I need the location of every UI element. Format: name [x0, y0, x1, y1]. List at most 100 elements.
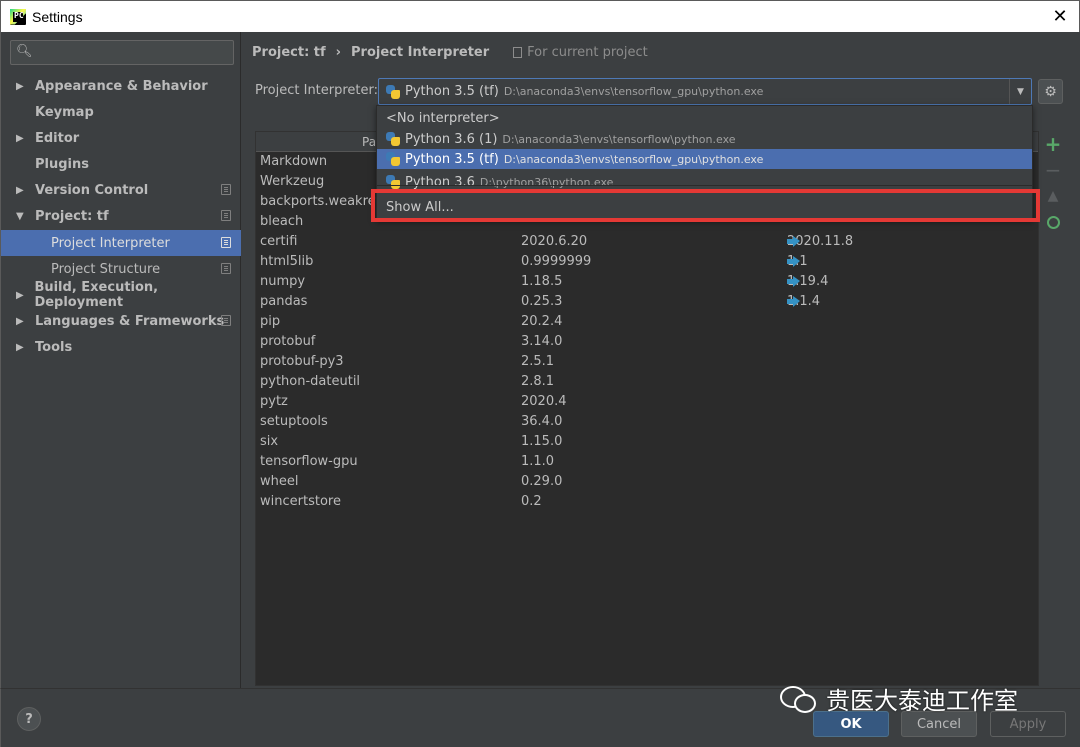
interpreter-label: Project Interpreter: — [255, 83, 379, 98]
option-path: D:\anaconda3\envs\tensorflow_gpu\python.… — [503, 152, 764, 166]
remove-package-button[interactable]: − — [1042, 157, 1064, 183]
search-input[interactable] — [39, 43, 229, 62]
package-version: 1.1.0 — [521, 454, 555, 469]
window-title: Settings — [32, 8, 83, 25]
collapse-arrow-icon[interactable]: ▼ — [16, 211, 28, 222]
table-row[interactable]: numpy 1.18.5 1.19.4 — [256, 272, 1038, 292]
table-row[interactable]: certifi 2020.6.20 2020.11.8 — [256, 232, 1038, 252]
table-row[interactable]: html5lib 0.9999999 1.1 — [256, 252, 1038, 272]
table-row[interactable]: protobuf 3.14.0 — [256, 332, 1038, 352]
chevron-down-icon[interactable]: ▼ — [1009, 79, 1031, 104]
option-name: Python 3.6 (1) — [405, 131, 498, 147]
pycharm-app-icon: PC — [10, 8, 26, 25]
package-name: Werkzeug — [260, 174, 325, 189]
table-row[interactable]: wheel 0.29.0 — [256, 472, 1038, 492]
package-version: 2020.6.20 — [521, 234, 588, 249]
expand-arrow-icon[interactable]: ▶ — [16, 290, 27, 301]
sidebar-item-keymap[interactable]: Keymap — [1, 99, 241, 125]
package-version: 2.5.1 — [521, 354, 555, 369]
expand-arrow-icon[interactable]: ▶ — [16, 185, 28, 196]
package-version: 36.4.0 — [521, 414, 563, 429]
package-version: 2020.4 — [521, 394, 567, 409]
upgrade-arrow-icon — [787, 296, 801, 307]
watermark: 贵医大泰迪工作室 — [780, 678, 1018, 718]
upgrade-package-button[interactable]: ▲ — [1042, 183, 1064, 209]
table-row[interactable]: python-dateutil 2.8.1 — [256, 372, 1038, 392]
sidebar-item-label: Appearance & Behavior — [35, 78, 208, 94]
sidebar-item-appearance[interactable]: ▶ Appearance & Behavior — [1, 73, 241, 99]
settings-search[interactable]: 🔍︎ — [10, 40, 234, 65]
table-row[interactable]: wincertstore 0.2 — [256, 492, 1038, 512]
package-name: numpy — [260, 274, 306, 289]
column-header-package[interactable]: Pa — [362, 135, 376, 149]
add-package-button[interactable]: + — [1042, 131, 1064, 157]
package-name: python-dateutil — [260, 374, 361, 389]
breadcrumb-separator: › — [335, 45, 342, 60]
expand-arrow-icon[interactable]: ▶ — [16, 133, 28, 144]
sidebar-item-label: Project Interpreter — [51, 235, 170, 251]
sidebar-item-editor[interactable]: ▶ Editor — [1, 125, 241, 151]
help-button[interactable]: ? — [17, 707, 41, 731]
upgrade-arrow-icon — [787, 236, 801, 247]
sidebar-item-version-control[interactable]: ▶ Version Control — [1, 177, 241, 203]
package-name: backports.weakref — [260, 194, 381, 209]
sidebar-item-label: Languages & Frameworks — [35, 313, 225, 329]
refresh-button[interactable] — [1042, 209, 1064, 235]
interpreter-select[interactable]: Python 3.5 (tf) D:\anaconda3\envs\tensor… — [378, 78, 1032, 105]
page-title: Project Interpreter — [351, 45, 490, 60]
sidebar-item-project-structure[interactable]: Project Structure — [1, 256, 241, 282]
expand-arrow-icon[interactable]: ▶ — [16, 342, 28, 353]
scope-label: For current project — [527, 45, 648, 60]
search-icon: 🔍︎ — [16, 44, 33, 59]
interpreter-option-py35-tf[interactable]: Python 3.5 (tf) D:\anaconda3\envs\tensor… — [377, 149, 1032, 169]
gear-icon[interactable]: ⚙ — [1038, 79, 1063, 104]
option-name: Python 3.5 (tf) — [405, 151, 499, 167]
breadcrumb: Project: tf › Project Interpreter For cu… — [252, 45, 648, 60]
table-row[interactable]: pytz 2020.4 — [256, 392, 1038, 412]
option-name: Python 3.6 — [405, 174, 475, 190]
package-version: 0.25.3 — [521, 294, 563, 309]
option-name: <No interpreter> — [386, 110, 500, 126]
project-scope-icon — [221, 315, 231, 326]
table-row[interactable]: pip 20.2.4 — [256, 312, 1038, 332]
close-button[interactable]: ✕ — [1049, 6, 1071, 28]
table-row[interactable]: setuptools 36.4.0 — [256, 412, 1038, 432]
package-name: tensorflow-gpu — [260, 454, 358, 469]
sidebar-item-plugins[interactable]: Plugins — [1, 151, 241, 177]
option-path: D:\anaconda3\envs\tensorflow\python.exe — [502, 132, 736, 146]
table-row[interactable]: pandas 0.25.3 1.1.4 — [256, 292, 1038, 312]
sidebar-item-project-tf[interactable]: ▼ Project: tf — [1, 203, 241, 229]
watermark-text: 贵医大泰迪工作室 — [826, 686, 1018, 715]
package-name: bleach — [260, 214, 304, 229]
interpreter-option-none[interactable]: <No interpreter> — [377, 108, 1032, 128]
sidebar-item-languages[interactable]: ▶ Languages & Frameworks — [1, 308, 241, 334]
sidebar-item-label: Editor — [35, 130, 80, 146]
interpreter-option-py36-1[interactable]: Python 3.6 (1) D:\anaconda3\envs\tensorf… — [377, 129, 1032, 149]
package-latest: 1.1.4 — [787, 294, 820, 309]
sidebar-item-label: Plugins — [35, 156, 89, 172]
package-name: certifi — [260, 234, 298, 249]
table-row[interactable]: six 1.15.0 — [256, 432, 1038, 452]
project-scope-icon — [221, 237, 231, 248]
table-row[interactable]: tensorflow-gpu 1.1.0 — [256, 452, 1038, 472]
interpreter-name: Python 3.5 (tf) — [405, 84, 499, 99]
sidebar-item-build[interactable]: ▶ Build, Execution, Deployment — [1, 280, 241, 310]
expand-arrow-icon[interactable]: ▶ — [16, 81, 28, 92]
divider — [377, 185, 1032, 186]
package-name: Markdown — [260, 154, 328, 169]
expand-arrow-icon[interactable]: ▶ — [16, 316, 28, 327]
interpreter-path: D:\anaconda3\envs\tensorflow_gpu\python.… — [503, 85, 764, 98]
wechat-icon — [780, 684, 816, 713]
upgrade-arrow-icon — [787, 276, 801, 287]
table-row[interactable]: protobuf-py3 2.5.1 — [256, 352, 1038, 372]
package-version: 2.8.1 — [521, 374, 555, 389]
sidebar-item-project-interpreter[interactable]: Project Interpreter — [1, 230, 241, 256]
sidebar-item-tools[interactable]: ▶ Tools — [1, 334, 241, 360]
sidebar-item-label: Build, Execution, Deployment — [34, 280, 159, 310]
package-name: html5lib — [260, 254, 314, 269]
package-name: protobuf — [260, 334, 316, 349]
package-name: pip — [260, 314, 281, 329]
package-version: 1.15.0 — [521, 434, 563, 449]
package-version: 0.2 — [521, 494, 542, 509]
package-name: wincertstore — [260, 494, 341, 509]
